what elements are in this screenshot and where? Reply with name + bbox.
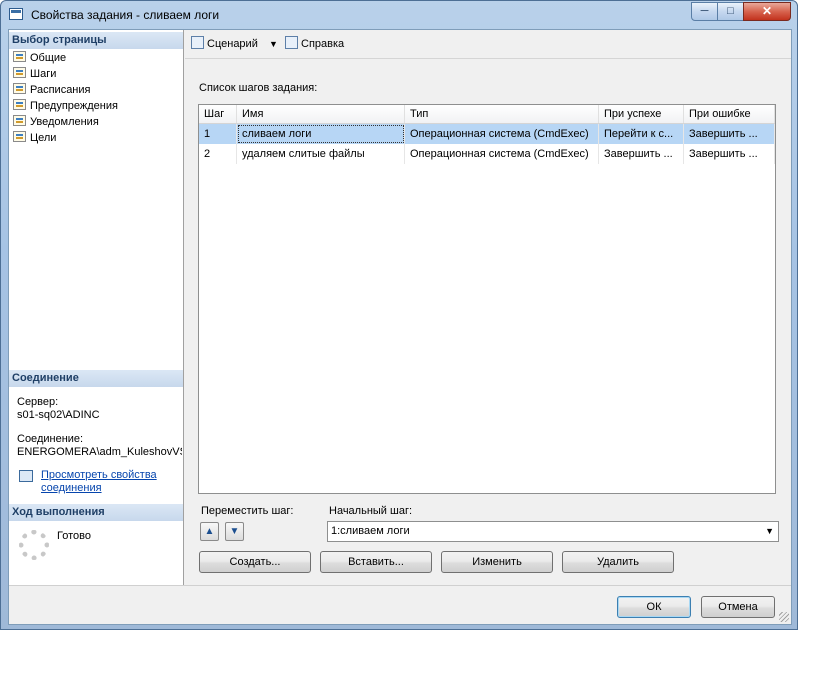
grid-header: Шаг Имя Тип При успехе При ошибке [199, 105, 775, 124]
ok-button[interactable]: ОК [617, 596, 691, 618]
page-icon [13, 131, 26, 142]
steps-list-caption: Список шагов задания: [199, 82, 318, 94]
job-properties-window: Свойства задания - сливаем логи ─ □ ✕ Вы… [0, 0, 798, 630]
app-icon [9, 8, 23, 20]
cell-name: удаляем слитые файлы [237, 144, 405, 164]
column-header-name[interactable]: Имя [237, 105, 405, 123]
maximize-button[interactable]: □ [717, 2, 744, 21]
cell-on-failure: Завершить ... [684, 144, 775, 164]
select-page-header: Выбор страницы [9, 32, 183, 49]
toolbar: Сценарий ▼ Справка [185, 30, 791, 59]
move-step-label: Переместить шаг: [201, 505, 294, 517]
sidebar-item-schedules[interactable]: Расписания [13, 82, 90, 98]
view-connection-properties-link[interactable]: Просмотреть свойства [41, 469, 157, 481]
move-up-button[interactable]: ▲ [200, 522, 219, 541]
cell-on-success: Перейти к с... [599, 124, 684, 144]
dialog-client-area: Выбор страницы Общие Шаги Расписания Пре… [8, 29, 792, 625]
cell-name: сливаем логи [237, 124, 405, 144]
cell-on-failure: Завершить ... [684, 124, 775, 144]
table-row[interactable]: 2 удаляем слитые файлы Операционная сист… [199, 144, 775, 164]
table-row[interactable]: 1 сливаем логи Операционная система (Cmd… [199, 124, 775, 144]
page-icon [13, 99, 26, 110]
cancel-button[interactable]: Отмена [701, 596, 775, 618]
connection-properties-icon [19, 470, 33, 482]
close-button[interactable]: ✕ [743, 2, 791, 21]
sidebar-item-notifications[interactable]: Уведомления [13, 114, 99, 130]
start-step-value: 1:сливаем логи [331, 525, 410, 537]
start-step-select[interactable]: 1:сливаем логи ▼ [327, 521, 779, 542]
sidebar-item-alerts[interactable]: Предупреждения [13, 98, 118, 114]
column-header-on-success[interactable]: При успехе [599, 105, 684, 123]
sidebar-item-targets[interactable]: Цели [13, 130, 56, 146]
progress-status: Готово [57, 530, 91, 542]
page-icon [13, 51, 26, 62]
server-label: Сервер: [17, 396, 59, 408]
cell-type: Операционная система (CmdExec) [405, 144, 599, 164]
page-icon [13, 67, 26, 78]
steps-grid[interactable]: Шаг Имя Тип При успехе При ошибке 1 слив… [198, 104, 776, 494]
server-value: s01-sq02\ADINC [17, 409, 100, 421]
delete-step-button[interactable]: Удалить [562, 551, 674, 573]
resize-grip[interactable] [779, 612, 789, 622]
edit-step-button[interactable]: Изменить [441, 551, 553, 573]
title-bar[interactable]: Свойства задания - сливаем логи ─ □ ✕ [1, 1, 797, 29]
window-title: Свойства задания - сливаем логи [31, 8, 220, 22]
cell-step: 2 [199, 144, 237, 164]
start-step-label: Начальный шаг: [329, 505, 413, 517]
column-header-type[interactable]: Тип [405, 105, 599, 123]
cell-type: Операционная система (CmdExec) [405, 124, 599, 144]
minimize-button[interactable]: ─ [691, 2, 718, 21]
view-connection-properties-link-line2[interactable]: соединения [41, 482, 102, 494]
chevron-down-icon[interactable]: ▼ [765, 522, 774, 541]
page-icon [13, 115, 26, 126]
connection-label: Соединение: [17, 433, 84, 445]
progress-header: Ход выполнения [9, 504, 183, 521]
script-dropdown-arrow[interactable]: ▼ [269, 36, 278, 52]
help-button[interactable]: Справка [285, 36, 344, 52]
page-icon [13, 83, 26, 94]
script-button[interactable]: Сценарий [191, 36, 258, 52]
column-header-step[interactable]: Шаг [199, 105, 237, 123]
column-header-on-failure[interactable]: При ошибке [684, 105, 775, 123]
connection-header: Соединение [9, 370, 183, 387]
connection-value: ENERGOMERA\adm_KuleshovVS [17, 446, 182, 458]
left-pane: Выбор страницы Общие Шаги Расписания Пре… [9, 30, 184, 585]
new-step-button[interactable]: Создать... [199, 551, 311, 573]
move-down-button[interactable]: ▼ [225, 522, 244, 541]
sidebar-item-steps[interactable]: Шаги [13, 66, 56, 82]
script-icon [191, 36, 204, 49]
help-icon [285, 36, 298, 49]
sidebar-item-general[interactable]: Общие [13, 50, 66, 66]
footer-divider [9, 585, 791, 586]
insert-step-button[interactable]: Вставить... [320, 551, 432, 573]
cell-step: 1 [199, 124, 237, 144]
cell-on-success: Завершить ... [599, 144, 684, 164]
progress-spinner-icon [19, 530, 49, 560]
